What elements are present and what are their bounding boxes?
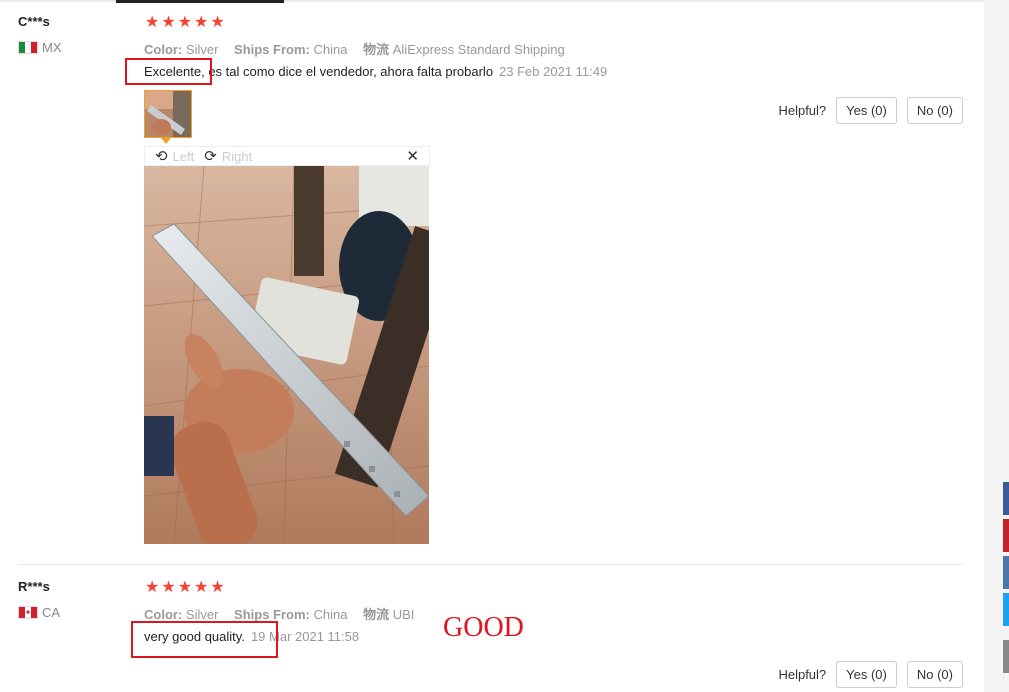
logistics-label: 物流 bbox=[363, 42, 390, 57]
reviewer-country: ✦ CA bbox=[18, 605, 60, 620]
flag-icon: ✦ bbox=[18, 606, 38, 619]
share-vk-icon[interactable] bbox=[1003, 556, 1009, 589]
flag-icon bbox=[18, 41, 38, 54]
star-icon: ★ bbox=[210, 579, 225, 596]
logistics-value: AliExpress Standard Shipping bbox=[392, 42, 565, 57]
ships-from-value: China bbox=[313, 42, 348, 57]
ships-from-label: Ships From: bbox=[234, 607, 310, 622]
ships-from-label: Ships From: bbox=[234, 42, 310, 57]
rotate-left-label: Left bbox=[172, 148, 195, 164]
photo-viewer-toolbar: ⟲ Left ⟳ Right ✕ bbox=[144, 146, 430, 166]
share-more-icon[interactable] bbox=[1003, 640, 1009, 673]
highlight-box bbox=[131, 621, 278, 658]
close-icon[interactable]: ✕ bbox=[406, 147, 419, 165]
annotation-text: GOOD bbox=[443, 612, 524, 643]
star-icon: ★ bbox=[177, 14, 193, 31]
star-icon: ★ bbox=[194, 14, 209, 31]
reviewer-country: MX bbox=[18, 40, 62, 55]
rotate-right-label: Right bbox=[221, 148, 253, 164]
star-icon: ★ bbox=[177, 579, 193, 596]
country-code: CA bbox=[42, 605, 61, 620]
color-value: Silver bbox=[185, 607, 219, 622]
rotate-left-button[interactable]: ⟲ Left bbox=[155, 147, 194, 165]
rotate-left-icon: ⟲ bbox=[155, 148, 168, 165]
share-twitter-icon[interactable] bbox=[1003, 593, 1009, 626]
helpful-no-button[interactable]: No (0) bbox=[906, 661, 963, 688]
ships-from-value: China bbox=[313, 607, 348, 622]
thumbnail-pointer bbox=[161, 138, 171, 144]
highlight-box bbox=[125, 58, 212, 85]
reviewer-name: R***s bbox=[18, 579, 50, 594]
star-icon: ★ bbox=[161, 579, 176, 596]
helpful-label: Helpful? bbox=[778, 103, 827, 118]
order-info: Color: Silver Ships From: China 物流 AliEx… bbox=[144, 39, 577, 58]
review-date: 23 Feb 2021 11:49 bbox=[499, 64, 608, 79]
star-rating: ★ ★ ★ ★ ★ bbox=[145, 580, 225, 596]
star-icon: ★ bbox=[210, 14, 225, 31]
logistics-label: 物流 bbox=[363, 607, 390, 622]
helpful-section: Helpful? Yes (0) No (0) bbox=[778, 661, 963, 688]
share-facebook-icon[interactable] bbox=[1003, 482, 1009, 515]
review-photo-large bbox=[144, 166, 429, 544]
color-label: Color: bbox=[144, 42, 183, 57]
rotate-right-icon: ⟳ bbox=[204, 148, 217, 165]
review-photo-thumbnail[interactable] bbox=[144, 90, 192, 138]
rotate-right-button[interactable]: ⟳ Right bbox=[204, 147, 252, 165]
share-pinterest-icon[interactable] bbox=[1003, 519, 1009, 552]
star-icon: ★ bbox=[194, 579, 209, 596]
reviewer-name: C***s bbox=[18, 14, 50, 29]
logistics-value: UBI bbox=[392, 607, 415, 622]
color-label: Color: bbox=[144, 607, 183, 622]
star-rating: ★ ★ ★ ★ ★ bbox=[145, 15, 225, 31]
helpful-yes-button[interactable]: Yes (0) bbox=[836, 661, 897, 688]
helpful-yes-button[interactable]: Yes (0) bbox=[836, 97, 897, 124]
helpful-label: Helpful? bbox=[778, 667, 827, 682]
star-icon: ★ bbox=[161, 14, 176, 31]
review-content: Excelente, es tal como dice el vendedor,… bbox=[144, 64, 607, 79]
color-value: Silver bbox=[185, 42, 219, 57]
star-icon: ★ bbox=[145, 14, 160, 31]
helpful-section: Helpful? Yes (0) No (0) bbox=[778, 97, 963, 124]
country-code: MX bbox=[42, 40, 62, 55]
star-icon: ★ bbox=[145, 579, 160, 596]
helpful-no-button[interactable]: No (0) bbox=[906, 97, 963, 124]
